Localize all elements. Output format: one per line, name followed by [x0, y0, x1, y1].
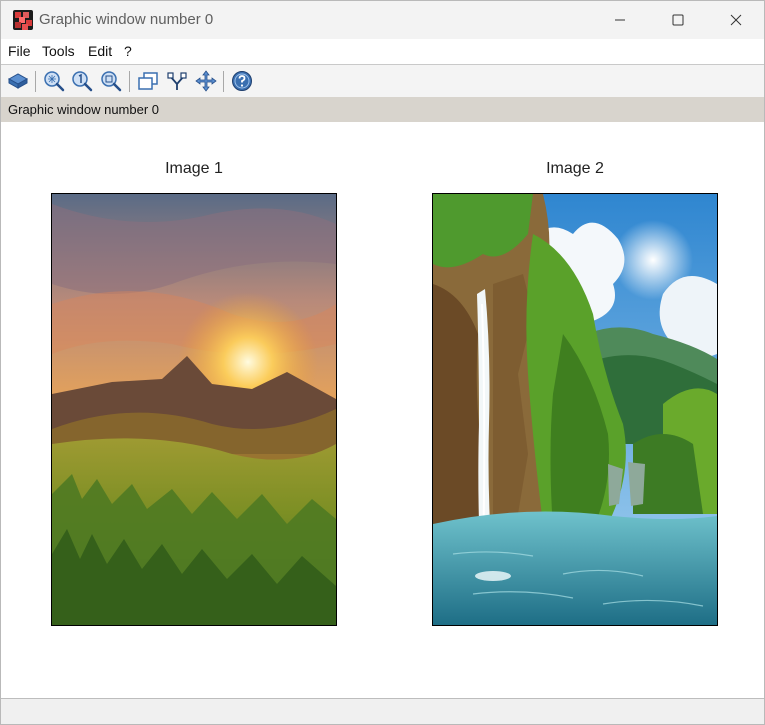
zoom-area-button[interactable]: [99, 69, 123, 93]
data-tips-button[interactable]: [165, 69, 189, 93]
figure-canvas[interactable]: Image 1 Image 2: [1, 122, 764, 698]
pan-icon: [195, 70, 217, 92]
sunset-mountain-image: [52, 194, 336, 625]
menu-bar: File Tools Edit ?: [1, 39, 764, 65]
menu-tools[interactable]: Tools: [42, 43, 75, 59]
image-1: [51, 193, 337, 626]
close-icon: [730, 14, 742, 26]
pan-button[interactable]: [194, 69, 218, 93]
scilab-app-icon: [13, 10, 33, 30]
zoom-area-icon: [101, 71, 122, 92]
help-icon: [232, 71, 252, 91]
toolbar-separator: [35, 71, 36, 92]
maximize-button[interactable]: [649, 1, 707, 39]
menu-edit[interactable]: Edit: [88, 43, 112, 59]
zoom-in-button[interactable]: [42, 69, 66, 93]
status-bar: [1, 698, 764, 724]
waterfall-lake-image: [433, 194, 717, 625]
zoom-in-icon: [44, 71, 65, 92]
toolbar-separator: [223, 71, 224, 92]
menu-help[interactable]: ?: [124, 43, 132, 59]
minimize-button[interactable]: [591, 1, 649, 39]
data-tips-icon: [167, 72, 187, 90]
maximize-icon: [672, 14, 684, 26]
close-button[interactable]: [707, 1, 764, 39]
title-bar[interactable]: Graphic window number 0: [1, 1, 764, 39]
info-bar-text: Graphic window number 0: [8, 102, 160, 117]
menu-file[interactable]: File: [8, 43, 31, 59]
help-button[interactable]: [230, 69, 254, 93]
minimize-icon: [615, 19, 625, 21]
rotate-3d-button[interactable]: [6, 69, 30, 93]
image-1-title: Image 1: [165, 160, 223, 177]
graphic-window: Graphic window number 0 File Tools Edit …: [0, 0, 765, 725]
image-2-title: Image 2: [546, 160, 604, 177]
toolbar-separator: [129, 71, 130, 92]
info-bar: Graphic window number 0: [1, 97, 764, 122]
new-figure-icon: [138, 72, 158, 90]
window-title: Graphic window number 0: [39, 11, 214, 28]
new-figure-button[interactable]: [136, 69, 160, 93]
rotate-3d-icon: [7, 73, 29, 89]
zoom-original-button[interactable]: [70, 69, 94, 93]
zoom-original-icon: [72, 71, 93, 92]
toolbar: [1, 65, 764, 97]
image-2: [432, 193, 718, 626]
